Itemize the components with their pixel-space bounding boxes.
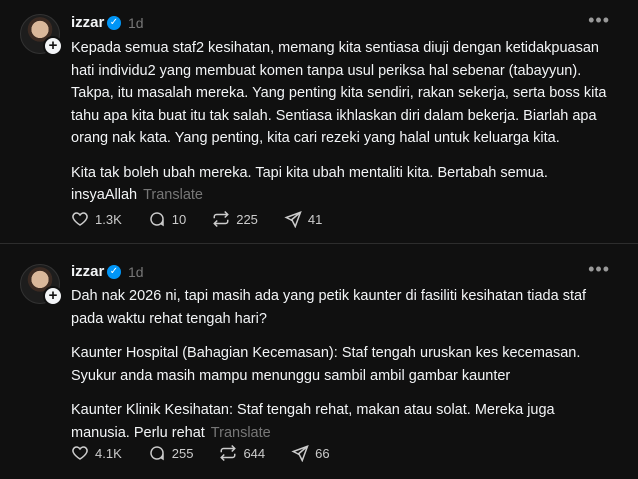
post-time[interactable]: 1d (128, 15, 144, 31)
thread-post: + izzar ✓ 1d ••• Dah nak 2026 ni, tapi m… (0, 244, 638, 479)
like-button[interactable]: 1.3K (71, 210, 122, 228)
post-body: Dah nak 2026 ni, tapi masih ada yang pet… (71, 285, 611, 456)
comment-count: 10 (171, 211, 187, 227)
post-paragraph: Kaunter Hospital (Bahagian Kecemasan): S… (71, 345, 581, 384)
send-icon (291, 444, 309, 462)
share-count: 66 (315, 445, 330, 461)
post-paragraph-last: Kita tak boleh ubah mereka. Tapi kita ub… (71, 162, 611, 207)
follow-plus-icon[interactable]: + (43, 36, 63, 56)
post-actions: 4.1K 255 644 66 (71, 444, 330, 462)
follow-plus-icon[interactable]: + (43, 286, 63, 306)
like-button[interactable]: 4.1K (71, 444, 122, 462)
post-actions: 1.3K 10 225 41 (71, 210, 322, 228)
username[interactable]: izzar (71, 14, 104, 31)
share-count: 41 (307, 211, 323, 227)
heart-icon (72, 446, 88, 460)
comment-count: 255 (171, 445, 194, 461)
verified-badge-icon: ✓ (107, 16, 121, 30)
post-body: Kepada semua staf2 kesihatan, memang kit… (71, 37, 611, 219)
more-options-icon[interactable]: ••• (588, 10, 610, 31)
like-count: 1.3K (95, 211, 122, 227)
send-icon (284, 210, 302, 228)
post-paragraph: Dah nak 2026 ni, tapi masih ada yang pet… (71, 288, 587, 327)
repost-icon (220, 444, 237, 462)
verified-badge-icon: ✓ (107, 265, 121, 279)
username[interactable]: izzar (71, 263, 104, 280)
comment-button[interactable]: 255 (148, 444, 194, 462)
translate-link[interactable]: Translate (211, 425, 271, 441)
repost-count: 644 (243, 445, 266, 461)
comment-icon (150, 212, 164, 227)
thread-post: + izzar ✓ 1d ••• Kepada semua staf2 kesi… (0, 0, 638, 244)
share-button[interactable]: 66 (291, 444, 330, 462)
comment-button[interactable]: 10 (148, 210, 186, 228)
post-paragraph: Kepada semua staf2 kesihatan, memang kit… (71, 40, 607, 146)
translate-link[interactable]: Translate (143, 187, 203, 203)
like-count: 4.1K (95, 445, 122, 461)
repost-button[interactable]: 644 (219, 444, 265, 462)
repost-icon (213, 210, 230, 228)
share-button[interactable]: 41 (284, 210, 322, 228)
post-time[interactable]: 1d (128, 264, 144, 280)
repost-button[interactable]: 225 (212, 210, 258, 228)
heart-icon (72, 212, 88, 226)
repost-count: 225 (236, 211, 258, 227)
post-paragraph-text: Kaunter Klinik Kesihatan: Staf tengah re… (71, 402, 555, 441)
more-options-icon[interactable]: ••• (588, 259, 610, 280)
comment-icon (150, 446, 164, 461)
post-paragraph-last: Kaunter Klinik Kesihatan: Staf tengah re… (71, 399, 611, 444)
